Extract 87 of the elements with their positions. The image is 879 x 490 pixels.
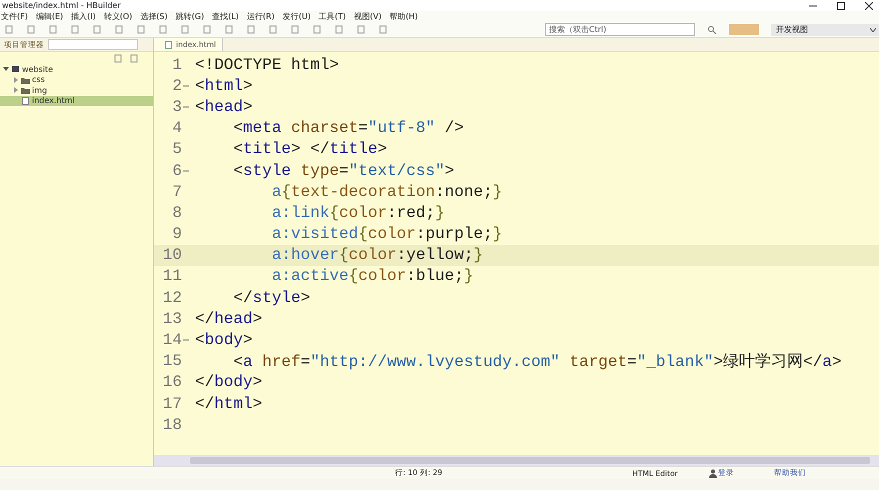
code-line: <a href="http://www.lvyestudy.com" target="_blank">绿叶学习网</a> <box>232 352 842 372</box>
code-line: <!DOCTYPE html> <box>195 56 340 74</box>
tree-item[interactable]: website <box>0 64 153 74</box>
line-number: 16 <box>162 373 182 392</box>
toolbar-icon[interactable] <box>312 25 322 34</box>
line-number: 5 <box>171 140 182 158</box>
caret-down-icon[interactable] <box>3 66 9 72</box>
code-line: <body> <box>195 331 253 350</box>
toolbar-icon[interactable] <box>180 25 190 34</box>
search-field[interactable]: 搜索（双击Ctrl) <box>545 23 695 36</box>
close-icon[interactable] <box>865 2 873 10</box>
window-title: website/index.html - HBuilder <box>2 0 121 10</box>
file-icon <box>21 96 30 105</box>
line-number: 6 <box>171 162 182 180</box>
person-icon <box>708 468 718 478</box>
line-number: 8 <box>171 204 182 222</box>
code-line: </body> <box>195 373 262 392</box>
code-line: <html> <box>195 76 253 95</box>
toolbar-icon[interactable] <box>26 25 36 34</box>
toolbar-icon[interactable] <box>246 25 256 34</box>
line-number: 11 <box>162 267 182 286</box>
menu-item[interactable]: 跳转(G) <box>176 11 204 22</box>
perspective-dropdown[interactable]: 开发视图 <box>771 24 879 36</box>
scrollbar-thumb[interactable] <box>190 457 870 464</box>
code-line: <style type="text/css"> <box>232 162 454 180</box>
tree-item[interactable]: index.html <box>0 96 153 106</box>
toolbar-icon[interactable] <box>92 25 102 34</box>
fold-icon[interactable] <box>183 337 189 344</box>
line-number: 13 <box>162 310 182 328</box>
line-number: 10 <box>162 246 182 264</box>
toolbar-icon[interactable] <box>48 25 58 34</box>
line-number: 17 <box>162 394 182 413</box>
toolbar-icon[interactable] <box>378 25 388 34</box>
caret-down-icon[interactable] <box>870 28 876 32</box>
line-number: 7 <box>171 182 182 201</box>
menu-item[interactable]: 插入(I) <box>71 11 96 22</box>
tree-item[interactable]: img <box>0 85 153 96</box>
menu-item[interactable]: 视图(V) <box>354 11 382 22</box>
file-icon <box>164 40 173 48</box>
toolbar-icon[interactable] <box>356 25 366 34</box>
line-number: 4 <box>171 119 182 138</box>
project-icon <box>11 65 20 74</box>
line-number: 14 <box>162 331 182 350</box>
line-number: 3 <box>171 98 182 116</box>
maximize-icon[interactable] <box>837 2 845 10</box>
line-number: 15 <box>162 352 182 370</box>
toolbar-icon[interactable] <box>114 25 124 34</box>
code-line: a:active{color:blue;} <box>270 267 474 286</box>
menu-item[interactable]: 转义(O) <box>104 11 132 22</box>
code-line: a:visited{color:purple;} <box>270 225 502 244</box>
toolbar-icon[interactable] <box>70 25 80 34</box>
code-line: a{text-decoration:none;} <box>270 182 502 201</box>
search-icon[interactable] <box>707 25 717 34</box>
toolbar-icon[interactable] <box>158 25 168 34</box>
toolbar-icon[interactable] <box>136 25 146 34</box>
filter-field[interactable] <box>48 39 138 50</box>
menu-item[interactable]: 选择(S) <box>140 11 168 22</box>
code-line: </html> <box>195 394 262 413</box>
tree-item[interactable]: css <box>0 74 153 85</box>
line-number: 12 <box>162 288 182 307</box>
code-line: <meta charset="utf-8" /> <box>232 119 464 138</box>
fold-icon[interactable] <box>183 82 189 89</box>
code-line: a:link{color:red;} <box>270 204 445 222</box>
line-number: 2 <box>171 76 182 95</box>
menu-item[interactable]: 编辑(E) <box>36 11 64 22</box>
fold-icon[interactable] <box>183 104 189 110</box>
line-number: 9 <box>171 225 182 244</box>
menu-item[interactable]: 运行(R) <box>246 11 275 22</box>
toolbar-icon[interactable] <box>4 25 14 34</box>
line-number: 1 <box>171 56 182 74</box>
menu-item[interactable]: 工具(T) <box>318 11 346 22</box>
code-line: <head> <box>195 98 253 116</box>
toolbar-icon[interactable] <box>334 25 344 34</box>
toolbar-icon[interactable] <box>268 25 278 34</box>
menu-item[interactable]: 文件(F) <box>1 11 28 22</box>
menu-item[interactable]: 帮助(H) <box>390 11 418 22</box>
menu-item[interactable]: 发行(U) <box>282 11 311 22</box>
fold-icon[interactable] <box>183 168 189 174</box>
code-line: </head> <box>195 310 262 328</box>
toolbar-icon[interactable] <box>202 25 212 34</box>
line-number: 18 <box>162 416 182 434</box>
toolbar-icon[interactable] <box>224 25 234 34</box>
toolbar-icon[interactable] <box>290 25 300 34</box>
code-line: </style> <box>232 288 310 307</box>
code-line: a:hover{color:yellow;} <box>270 246 484 264</box>
menu-item[interactable]: 查找(L) <box>212 11 239 22</box>
code-line: <title> </title> <box>232 140 388 158</box>
